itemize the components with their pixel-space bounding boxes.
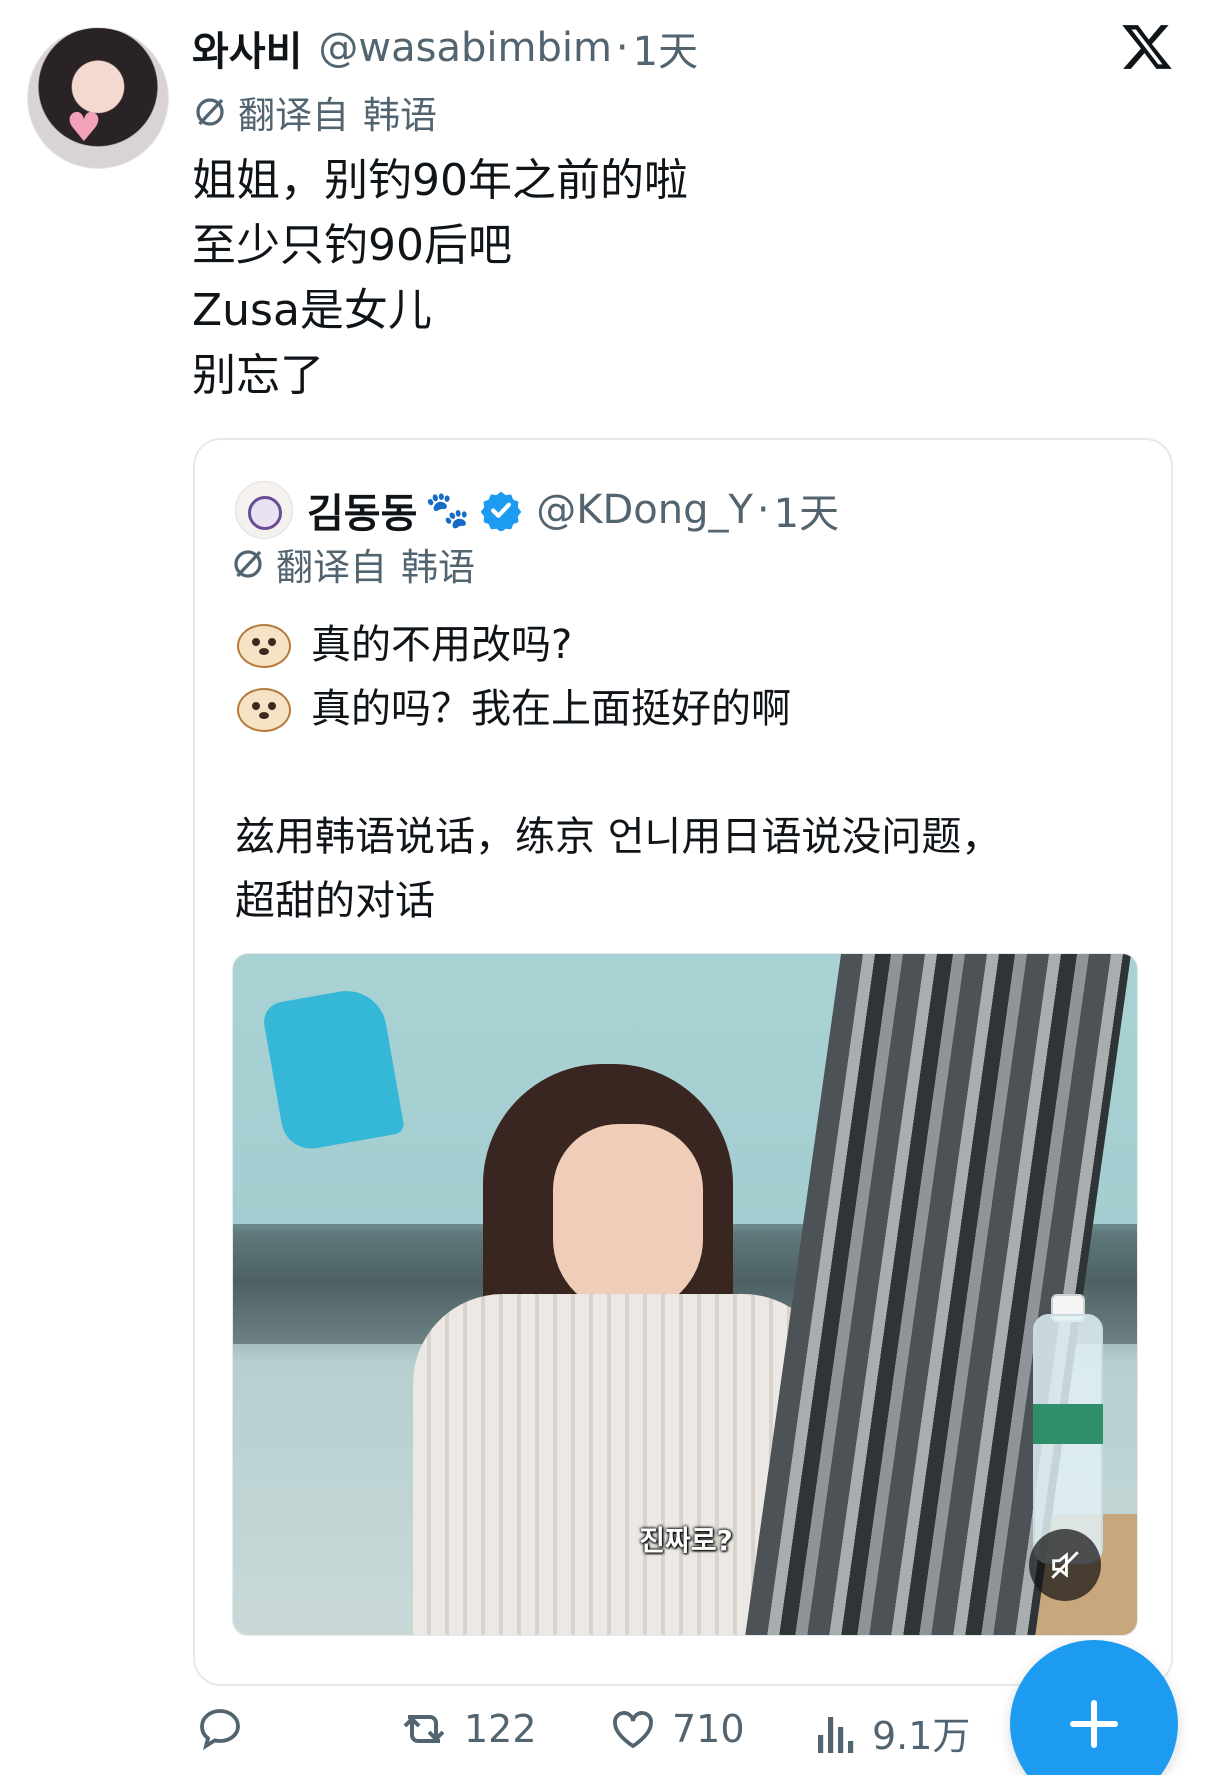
quoted-tweet-text: 真的不用改吗? 真的吗？我在上面挺好的啊 兹用韩语说话，练京 언니用日语说没问题… bbox=[235, 613, 1001, 933]
reply-button[interactable] bbox=[196, 1705, 258, 1753]
tweet-header: 와사비 @wasabimbim · 1天 bbox=[192, 18, 698, 78]
quoted-author-handle[interactable]: @KDong_Y bbox=[536, 487, 753, 533]
quoted-paragraph-line: 兹用韩语说话，练京 언니用日语说没问题， bbox=[235, 814, 1002, 860]
quoted-tweet-card[interactable]: 김동동 🐾 @KDong_Y · 1天 翻译自 韩语 真的不用改吗? 真的吗？我 bbox=[193, 438, 1173, 1686]
quoted-author-avatar[interactable] bbox=[235, 481, 293, 539]
author-display-name[interactable]: 와사비 bbox=[192, 19, 302, 77]
quoted-paragraph: 兹用韩语说话，练京 언니用日语说没问题， 超甜的对话 bbox=[235, 805, 1001, 933]
plus-icon bbox=[1069, 1699, 1119, 1749]
retweet-button[interactable]: 122 bbox=[398, 1705, 537, 1753]
quoted-paragraph-line: 超甜的对话 bbox=[235, 878, 435, 924]
separator-dot: · bbox=[615, 25, 629, 71]
dog-face-emoji bbox=[235, 684, 293, 734]
quoted-author-display-name[interactable]: 김동동 bbox=[307, 481, 417, 539]
retweet-count: 122 bbox=[464, 1707, 537, 1751]
views-button[interactable]: 9.1万 bbox=[814, 1705, 970, 1760]
dog-face-emoji bbox=[235, 620, 293, 670]
reply-icon bbox=[200, 1709, 240, 1751]
author-avatar[interactable]: ♥ bbox=[27, 27, 169, 169]
heart-sticker-icon: ♥ bbox=[66, 105, 102, 151]
person-face bbox=[553, 1124, 703, 1314]
paw-prints-emoji: 🐾 bbox=[425, 490, 471, 531]
views-icon bbox=[818, 1716, 854, 1753]
author-handle[interactable]: @wasabimbim bbox=[318, 25, 612, 71]
views-count: 9.1万 bbox=[872, 1714, 971, 1758]
translation-language: 韩语 bbox=[401, 546, 475, 589]
tweet-timestamp[interactable]: 1天 bbox=[633, 19, 698, 77]
retweet-icon bbox=[403, 1715, 445, 1743]
x-logo-icon[interactable] bbox=[1120, 20, 1174, 74]
quoted-line: 真的不用改吗? bbox=[311, 622, 573, 668]
verified-badge-icon[interactable] bbox=[480, 489, 522, 531]
translation-language: 韩语 bbox=[363, 94, 437, 137]
towel-shape bbox=[260, 984, 406, 1154]
quoted-line: 真的吗？我在上面挺好的啊 bbox=[311, 686, 791, 732]
translation-prefix: 翻译自 bbox=[276, 546, 387, 589]
tweet-line: 别忘了 bbox=[192, 350, 324, 401]
translation-prefix: 翻译自 bbox=[238, 94, 349, 137]
quoted-tweet-header: 김동동 🐾 @KDong_Y · 1天 bbox=[235, 480, 839, 540]
quoted-media-video[interactable]: 진짜로? bbox=[232, 953, 1138, 1636]
mute-button[interactable] bbox=[1029, 1529, 1101, 1601]
tweet-line: 姐姐，别钓90年之前的啦 bbox=[192, 155, 688, 206]
quoted-translation-label[interactable]: 翻译自 韩语 bbox=[230, 537, 475, 591]
like-count: 710 bbox=[672, 1707, 745, 1751]
mute-icon bbox=[1051, 1551, 1079, 1579]
translation-label[interactable]: 翻译自 韩语 bbox=[192, 85, 437, 139]
like-icon bbox=[613, 1711, 653, 1749]
tweet-line: 至少只钓90后吧 bbox=[192, 220, 512, 271]
quoted-tweet-timestamp[interactable]: 1天 bbox=[774, 481, 839, 539]
translate-icon bbox=[234, 550, 262, 578]
translate-icon bbox=[196, 98, 224, 126]
video-subtitle: 진짜로? bbox=[639, 1524, 733, 1557]
tweet-line: Zusa是女儿 bbox=[192, 285, 432, 336]
like-button[interactable]: 710 bbox=[608, 1705, 745, 1753]
separator-dot: · bbox=[756, 487, 770, 533]
tweet-text: 姐姐，别钓90年之前的啦 至少只钓90后吧 Zusa是女儿 别忘了 bbox=[192, 148, 688, 408]
